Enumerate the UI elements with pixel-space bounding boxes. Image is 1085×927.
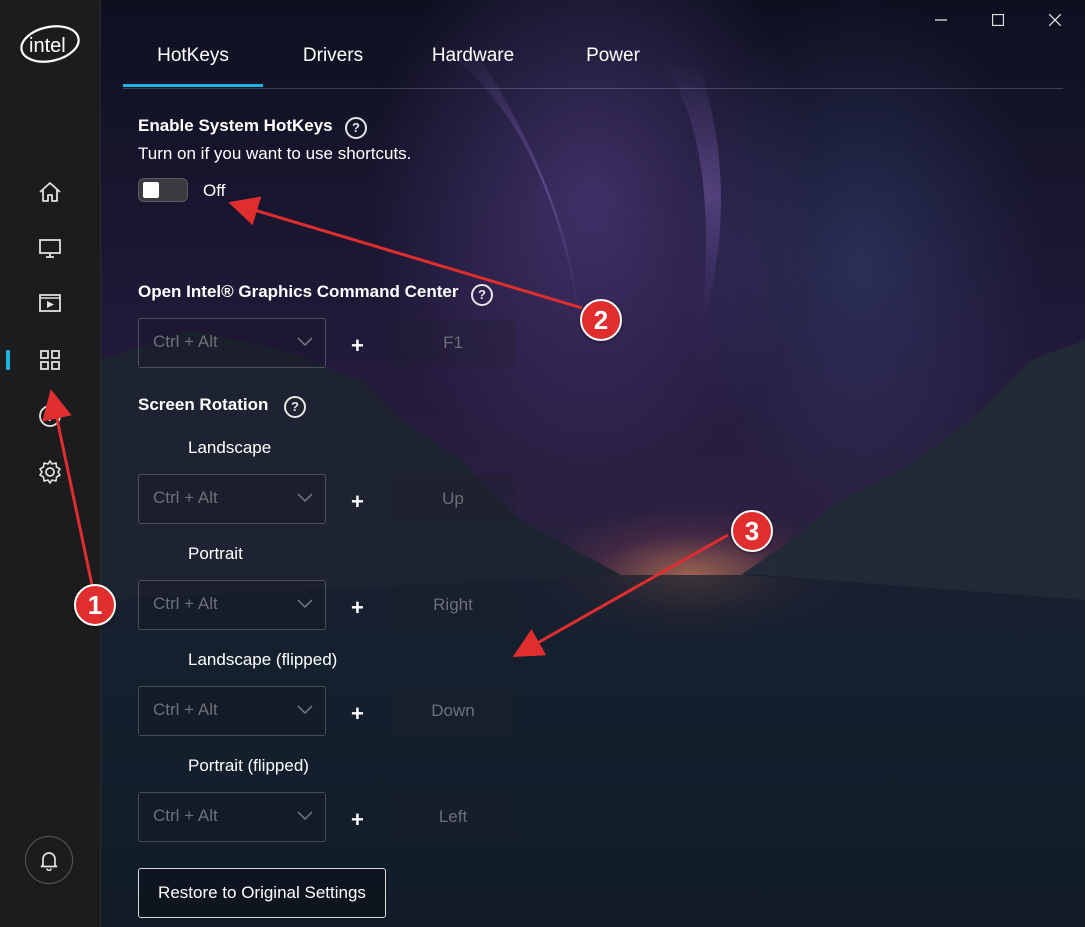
sidebar-item-home[interactable]	[30, 172, 70, 212]
landscape-flipped-modifier-select[interactable]: Ctrl + Alt	[138, 686, 326, 736]
rotation-label-portrait-flipped: Portrait (flipped)	[188, 756, 309, 775]
chevron-down-icon	[297, 493, 313, 503]
modifier-value: Ctrl + Alt	[153, 700, 218, 719]
chevron-down-icon	[297, 811, 313, 821]
rotation-label-landscape-flipped: Landscape (flipped)	[188, 650, 338, 669]
sidebar-item-display[interactable]	[30, 228, 70, 268]
screen-rotation-title: Screen Rotation	[138, 395, 269, 414]
tab-hotkeys[interactable]: HotKeys	[123, 38, 263, 87]
plus-sign: +	[351, 333, 364, 358]
tab-hardware[interactable]: Hardware	[423, 38, 523, 86]
plus-sign: +	[351, 595, 364, 620]
enable-hotkeys-help-icon[interactable]: ?	[345, 117, 367, 139]
enable-hotkeys-description: Turn on if you want to use shortcuts.	[138, 144, 412, 163]
portrait-key-field[interactable]: Right	[391, 582, 515, 628]
main-content: HotKeys Drivers Hardware Power Enable Sy…	[101, 0, 1085, 927]
screen-rotation-help-icon[interactable]: ?	[284, 396, 306, 418]
plus-sign: +	[351, 489, 364, 514]
landscape-flipped-key-field[interactable]: Down	[391, 688, 515, 734]
enable-hotkeys-toggle[interactable]	[138, 178, 188, 202]
help-icon: ?	[39, 405, 61, 427]
rotation-label-portrait: Portrait	[188, 544, 243, 563]
sidebar-item-video[interactable]	[30, 283, 70, 323]
portrait-modifier-select[interactable]: Ctrl + Alt	[138, 580, 326, 630]
enable-hotkeys-title: Enable System HotKeys	[138, 116, 333, 135]
plus-sign: +	[351, 701, 364, 726]
tab-power[interactable]: Power	[563, 38, 663, 86]
svg-text:intel: intel	[29, 35, 66, 57]
settings-gear-icon	[39, 460, 61, 484]
chevron-down-icon	[297, 337, 313, 347]
maximize-icon	[992, 14, 1004, 26]
rotation-label-landscape: Landscape	[188, 438, 272, 457]
notifications-button[interactable]	[25, 836, 73, 884]
open-igcc-key-field[interactable]: F1	[391, 320, 515, 366]
sidebar-item-settings[interactable]	[30, 452, 70, 492]
close-button[interactable]	[1045, 10, 1065, 30]
sidebar-item-help[interactable]: ?	[30, 396, 70, 436]
open-igcc-modifier-select[interactable]: Ctrl + Alt	[138, 318, 326, 368]
portrait-flipped-modifier-select[interactable]: Ctrl + Alt	[138, 792, 326, 842]
minimize-icon	[935, 19, 947, 21]
intel-graphics-command-center-window: intel ? HotKeys Drivers Hardware Power E…	[0, 0, 1085, 927]
restore-original-settings-button[interactable]: Restore to Original Settings	[138, 868, 386, 918]
minimize-button[interactable]	[931, 10, 951, 30]
landscape-modifier-select[interactable]: Ctrl + Alt	[138, 474, 326, 524]
bell-icon	[40, 852, 58, 871]
sidebar-item-apps[interactable]	[30, 340, 70, 380]
tab-bar: HotKeys Drivers Hardware Power	[123, 38, 1063, 89]
open-igcc-help-icon[interactable]: ?	[471, 284, 493, 306]
modifier-value: Ctrl + Alt	[153, 806, 218, 825]
chevron-down-icon	[297, 705, 313, 715]
active-nav-indicator	[6, 350, 10, 370]
modifier-value: Ctrl + Alt	[153, 332, 218, 351]
display-icon	[39, 239, 61, 258]
tab-drivers[interactable]: Drivers	[283, 38, 383, 86]
open-igcc-title: Open Intel® Graphics Command Center	[138, 282, 459, 301]
svg-text:?: ?	[46, 409, 54, 424]
annotation-marker-1: 1	[74, 584, 116, 626]
portrait-flipped-key-field[interactable]: Left	[391, 794, 515, 840]
intel-logo: intel	[20, 25, 80, 63]
home-icon	[39, 182, 61, 202]
landscape-key-field[interactable]: Up	[391, 476, 515, 522]
sidebar: intel ?	[0, 0, 101, 927]
annotation-marker-3: 3	[731, 510, 773, 552]
toggle-knob	[143, 182, 159, 198]
plus-sign: +	[351, 807, 364, 832]
close-icon	[1049, 14, 1061, 26]
modifier-value: Ctrl + Alt	[153, 594, 218, 613]
toggle-state-label: Off	[203, 181, 226, 200]
background-landscape	[101, 40, 1085, 927]
chevron-down-icon	[297, 599, 313, 609]
video-icon	[39, 294, 61, 312]
maximize-button[interactable]	[988, 10, 1008, 30]
annotation-marker-2: 2	[580, 299, 622, 341]
modifier-value: Ctrl + Alt	[153, 488, 218, 507]
apps-grid-icon	[40, 350, 60, 370]
